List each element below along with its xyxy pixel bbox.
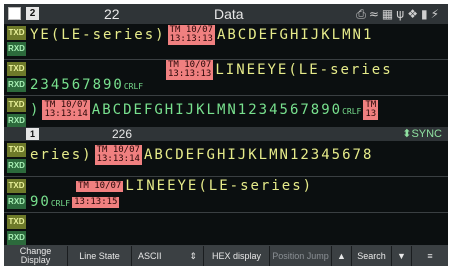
data-row: TXD RXD YE(LE-series) TM 10/07 13:13:13 ABCD… [4, 24, 448, 60]
rxd-badge: RXD [7, 78, 26, 92]
page-number-badge: 2 [26, 7, 39, 20]
txd-badge: TXD [7, 62, 26, 76]
rxd-badge: RXD [7, 159, 26, 173]
txd-line: TM 10/07 13:13:13 LINEEYE(LE-series [164, 60, 393, 80]
status-icons: ⎙≈▦ψ❖▮⚡ [356, 7, 442, 22]
timestamp-tag: TM 10/07 13:13:13 [167, 25, 215, 45]
menu-button[interactable]: ≡ [412, 246, 448, 266]
encoding-value: ASCII [138, 250, 162, 261]
timestamp-tag: TM 10/07 [76, 180, 124, 192]
analyzer-screen: 2 22 Data ⎙≈▦ψ❖▮⚡ TXD RXD YE(LE-series) TM… [4, 4, 448, 266]
page-title: Data [214, 6, 244, 22]
position-jump-button[interactable]: Position Jump [270, 246, 332, 266]
menu-icon: ≡ [427, 250, 433, 261]
line-count: 22 [104, 6, 120, 22]
crlf-marker: CRLF [123, 82, 144, 91]
sync-indicator[interactable]: ⬍SYNC [402, 127, 442, 140]
search-button[interactable]: Search [352, 246, 392, 266]
network-icon: ▦ [381, 7, 397, 21]
data-row: TXD RXD eries) TM 10/07 13:13:14 ABCDEFGHIJK… [4, 141, 448, 177]
data-text: YE(LE-series) [30, 27, 166, 43]
data-row: TXD RXD TM 10/07 13:13:13 LINEEYE(LE-series… [4, 60, 448, 96]
txd-badge: TXD [7, 143, 26, 157]
txd-line: TM 10/07 LINEEYE(LE-series) [74, 178, 313, 194]
settings-icon: ❖ [407, 7, 421, 21]
data-text: 90 [30, 194, 51, 210]
data-row: TXD RXD [4, 213, 448, 246]
data-text: ABCDEFGHIJKLMN1 [216, 27, 374, 43]
search-up-button[interactable]: ▲ [332, 246, 352, 266]
timestamp-tag: TM 10/07 13:13:13 [166, 60, 214, 80]
sd-card-icon: ▮ [420, 7, 431, 21]
wifi-icon: ≈ [368, 7, 382, 21]
rxd-badge: RXD [7, 114, 26, 128]
search-down-button[interactable]: ▼ [392, 246, 412, 266]
data-text: eries) [30, 147, 93, 163]
change-display-button[interactable]: Change Display [4, 246, 68, 266]
timestamp-tag: TM 10/07 13:13:14 [94, 145, 142, 165]
txd-badge: TXD [7, 215, 26, 229]
hex-display-button[interactable]: HEX display [204, 246, 270, 266]
data-row: TXD RXD TM 10/07 LINEEYE(LE-series) 90CRLF… [4, 177, 448, 213]
data-text: ABCDEFGHIJKLMN12345678 [143, 147, 374, 163]
line-count: 226 [112, 127, 133, 141]
crlf-marker: CRLF [342, 107, 362, 116]
bottom-toolbar: Change Display Line State ASCII ⇕ HEX di… [4, 246, 448, 266]
rxd-line: ) TM 10/07 13:13:14 ABCDEFGHIJKLMN123456789… [30, 100, 380, 120]
timestamp-tag: TM 13 [363, 100, 379, 120]
data-text: ) [30, 102, 41, 118]
timestamp-tag: TM 10/07 13:13:14 [42, 100, 90, 120]
rxd-line: 234567890CRLF [30, 77, 143, 93]
ascii-select[interactable]: ASCII ⇕ [132, 246, 204, 266]
triangle-down-icon: ▼ [397, 250, 406, 261]
usb-icon: ψ [396, 7, 408, 21]
rxd-line: 90CRLF 13:13:15 [30, 194, 121, 210]
page-number-badge: 1 [26, 128, 39, 140]
txd-badge: TXD [7, 98, 26, 112]
printer-icon: ⎙ [356, 7, 369, 21]
triangle-up-icon: ▲ [337, 250, 346, 261]
txd-badge: TXD [7, 179, 26, 193]
top-header: 2 22 Data ⎙≈▦ψ❖▮⚡ [4, 4, 448, 24]
crlf-marker: CRLF [50, 199, 71, 208]
txd-badge: TXD [7, 26, 26, 40]
rxd-badge: RXD [7, 42, 26, 56]
window-select-checkbox[interactable] [8, 7, 21, 20]
data-text: 234567890 [30, 77, 124, 93]
txd-line: eries) TM 10/07 13:13:14 ABCDEFGHIJKLMN1234… [30, 145, 373, 165]
data-text: ABCDEFGHIJKLMN1234567890 [91, 102, 343, 118]
power-icon: ⚡ [430, 7, 442, 21]
txd-line: YE(LE-series) TM 10/07 13:13:13 ABCDEFGHIJK… [30, 25, 373, 45]
rxd-badge: RXD [7, 195, 26, 209]
up-down-chevron-icon: ⇕ [189, 250, 197, 261]
data-text: LINEEYE(LE-series [215, 62, 393, 78]
pane-separator[interactable]: 1 226 ⬍SYNC [4, 127, 448, 141]
rxd-badge: RXD [7, 231, 26, 245]
data-text: LINEEYE(LE-series) [125, 178, 314, 194]
timestamp-tag: 13:13:15 [72, 196, 120, 208]
line-state-button[interactable]: Line State [68, 246, 132, 266]
